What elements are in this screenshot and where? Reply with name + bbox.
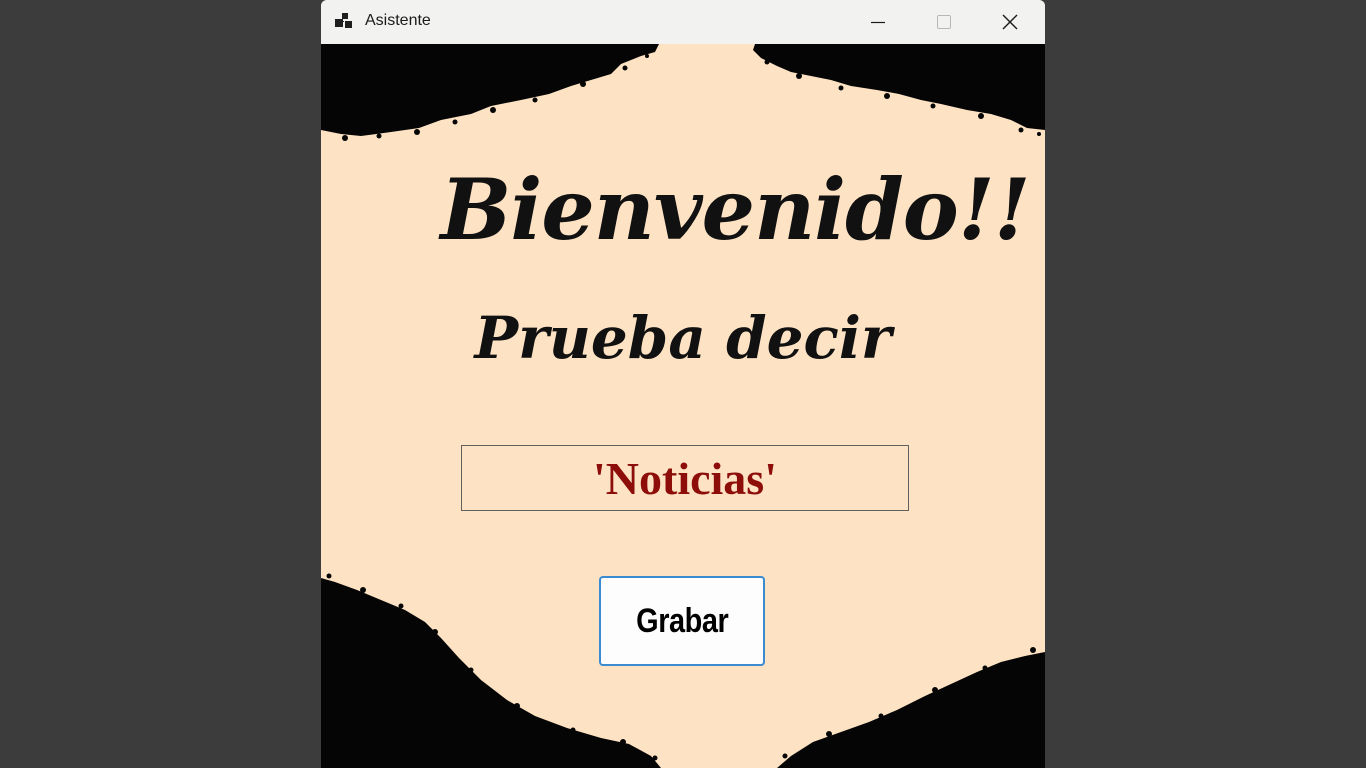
record-button-label: Grabar	[635, 601, 729, 640]
maximize-icon	[937, 15, 951, 29]
welcome-heading: Bienvenido!!	[440, 160, 1030, 259]
close-icon	[1002, 14, 1018, 30]
ink-bottom-right	[777, 652, 1045, 768]
form-client-area: Bienvenido!! Prueba decir 'Noticias' Gra…	[321, 44, 1045, 768]
minimize-icon	[871, 21, 885, 24]
window-title: Asistente	[365, 12, 431, 29]
suggested-phrase-text: 'Noticias'	[593, 452, 777, 504]
ink-top-left	[321, 44, 659, 136]
title-bar[interactable]: Asistente	[321, 0, 1045, 45]
app-window: Asistente Bienvenido!! Prueba decir 'Not…	[321, 0, 1045, 768]
ink-top-right	[753, 44, 1045, 130]
close-button[interactable]	[977, 0, 1043, 44]
app-icon	[335, 13, 352, 28]
minimize-button[interactable]	[845, 0, 911, 44]
record-button[interactable]: Grabar	[599, 576, 765, 666]
maximize-button[interactable]	[911, 0, 977, 44]
suggested-phrase-box: 'Noticias'	[461, 445, 909, 511]
subtitle-label: Prueba decir	[474, 304, 892, 372]
